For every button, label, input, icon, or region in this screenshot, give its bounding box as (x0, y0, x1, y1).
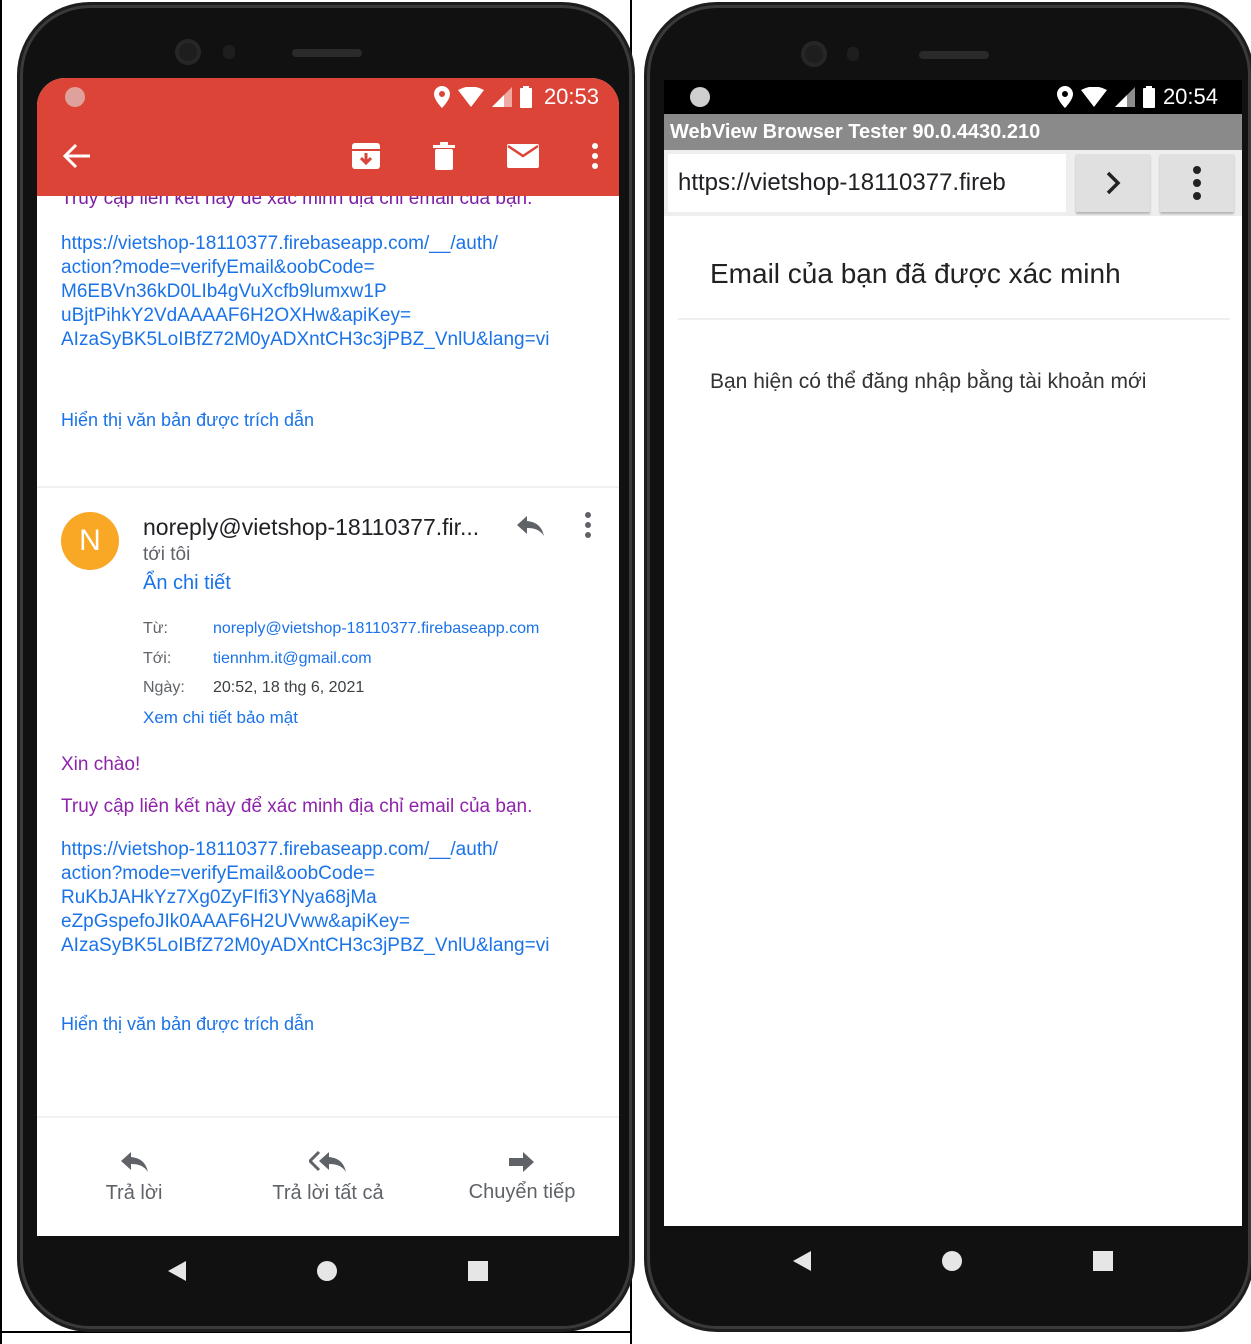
more-vert-icon[interactable] (591, 143, 599, 169)
status-time: 20:54 (1162, 84, 1218, 109)
reply-label: Trả lời (105, 1181, 163, 1204)
mark-unread-icon[interactable] (507, 144, 539, 168)
front-camera (175, 39, 201, 65)
hide-details-link[interactable]: Ẩn chi tiết (143, 572, 231, 595)
link-line: AIzaSyBK5LoIBfZ72M0yADXntCH3c3jPBZ_VnlU&… (61, 935, 550, 956)
back-arrow-icon[interactable] (63, 143, 91, 169)
url-input[interactable] (668, 154, 1066, 212)
forward-label: Chuyển tiếp (468, 1180, 576, 1203)
nav-back-icon[interactable] (168, 1261, 186, 1281)
link-line: AIzaSyBK5LoIBfZ72M0yADXntCH3c3jPBZ_VnlU&… (61, 329, 550, 350)
webview-screen: 20:54 WebView Browser Tester 90.0.4430.2… (664, 80, 1242, 1226)
detail-from-value[interactable]: noreply@vietshop-18110377.firebaseapp.co… (213, 620, 539, 637)
menu-button[interactable] (1160, 154, 1234, 212)
forward-icon (509, 1151, 534, 1172)
notification-dot-icon (690, 87, 710, 107)
detail-from-label: Từ: (143, 620, 168, 637)
verify-link-2[interactable]: https://vietshop-18110377.firebaseapp.co… (61, 838, 549, 958)
sender-address: noreply@vietshop-18110377.fir... (143, 514, 480, 540)
nav-back-icon[interactable] (793, 1251, 811, 1271)
body-text: Truy cập liên kết này để xác minh địa ch… (61, 796, 533, 817)
detail-date-label: Ngày: (143, 679, 185, 696)
status-bar: 20:54 (664, 80, 1242, 114)
link-line: action?mode=verifyEmail&oobCode= (61, 257, 375, 278)
go-button[interactable] (1076, 154, 1150, 212)
link-line: M6EBVn36kD0LIb4gVuXcfb9lumxw1P (61, 281, 387, 302)
url-bar (664, 150, 1242, 216)
message-more-icon[interactable] (583, 510, 593, 545)
signal-icon (491, 87, 512, 107)
reply-icon[interactable] (515, 514, 545, 543)
gmail-toolbar (37, 116, 619, 196)
email-thread[interactable]: Truy cập liên kết này để xác minh địa ch… (37, 188, 619, 1116)
detail-date: Ngày: 20:52, 18 thg 6, 2021 (143, 679, 364, 697)
recipient-summary: tới tôi (143, 544, 191, 565)
wifi-icon (1080, 87, 1107, 107)
link-line: eZpGspefoJIk0AAAF6H2UVww&apiKey= (61, 911, 411, 932)
heading-divider (678, 318, 1230, 320)
security-details-link[interactable]: Xem chi tiết bảo mật (143, 708, 298, 728)
page-body-text: Bạn hiện có thể đăng nhập bằng tài khoản… (710, 370, 1147, 393)
signal-icon (1114, 87, 1135, 107)
forward-action-button[interactable]: Chuyển tiếp (425, 1118, 619, 1236)
reply-all-action-button[interactable]: Trả lời tất cả (231, 1118, 425, 1236)
archive-icon[interactable] (351, 142, 381, 170)
link-line: RuKbJAHkYz7Xg0ZyFIfi3YNya68jMa (61, 887, 377, 908)
gmail-screen: Truy cập liên kết này để xác minh địa ch… (37, 78, 619, 1236)
link-line: action?mode=verifyEmail&oobCode= (61, 863, 375, 884)
proximity-sensor (223, 45, 235, 59)
link-line: https://vietshop-18110377.firebaseapp.co… (61, 839, 498, 860)
greeting-text: Xin chào! (61, 754, 141, 775)
proximity-sensor (847, 47, 859, 61)
nav-recents-icon[interactable] (468, 1261, 488, 1281)
navigation-bar-gmail (37, 1236, 619, 1306)
notification-dot-icon (65, 87, 85, 107)
show-quoted-text-2[interactable]: Hiển thị văn bản được trích dẫn (61, 1012, 314, 1036)
more-vert-icon (1193, 166, 1201, 200)
earpiece-speaker (292, 49, 362, 57)
link-line: https://vietshop-18110377.firebaseapp.co… (61, 233, 498, 254)
nav-home-icon[interactable] (316, 1260, 338, 1282)
navigation-bar-webview (664, 1226, 1242, 1296)
show-quoted-text-1[interactable]: Hiển thị văn bản được trích dẫn (61, 408, 314, 432)
battery-icon (1142, 86, 1155, 108)
detail-from: Từ: noreply@vietshop-18110377.firebaseapp… (143, 620, 539, 638)
nav-home-icon[interactable] (941, 1250, 963, 1272)
battery-icon (519, 86, 532, 108)
earpiece-speaker (919, 51, 989, 59)
page-heading: Email của bạn đã được xác minh (710, 258, 1121, 289)
detail-date-value: 20:52, 18 thg 6, 2021 (213, 679, 365, 696)
link-line: uBjtPihkY2VdAAAAF6H2OXHw&apiKey= (61, 305, 412, 326)
location-icon (1056, 86, 1073, 108)
app-title-bar: WebView Browser Tester 90.0.4430.210 (664, 114, 1242, 150)
reply-action-button[interactable]: Trả lời (37, 1118, 231, 1236)
reply-actions-bar: Trả lời Trả lời tất cả Chuyển tiếp (37, 1116, 619, 1236)
delete-icon[interactable] (433, 142, 455, 170)
message-divider (37, 486, 619, 488)
gmail-app-bar: 20:53 (37, 78, 619, 196)
table-border-bottom (0, 1331, 632, 1333)
detail-to: Tới: tiennhm.it@gmail.com (143, 650, 372, 668)
verify-link-1[interactable]: https://vietshop-18110377.firebaseapp.co… (61, 232, 549, 352)
status-time: 20:53 (543, 84, 599, 109)
sender-avatar: N (61, 512, 119, 570)
nav-recents-icon[interactable] (1093, 1251, 1113, 1271)
status-bar: 20:53 (37, 78, 619, 116)
reply-all-label: Trả lời tất cả (272, 1181, 384, 1204)
chevron-right-icon (1106, 171, 1121, 195)
detail-to-value[interactable]: tiennhm.it@gmail.com (213, 650, 372, 667)
front-camera (801, 41, 827, 67)
reply-all-icon (309, 1150, 346, 1172)
detail-to-label: Tới: (143, 650, 172, 667)
reply-icon (121, 1151, 148, 1172)
wifi-icon (457, 87, 484, 107)
location-icon (433, 86, 450, 108)
